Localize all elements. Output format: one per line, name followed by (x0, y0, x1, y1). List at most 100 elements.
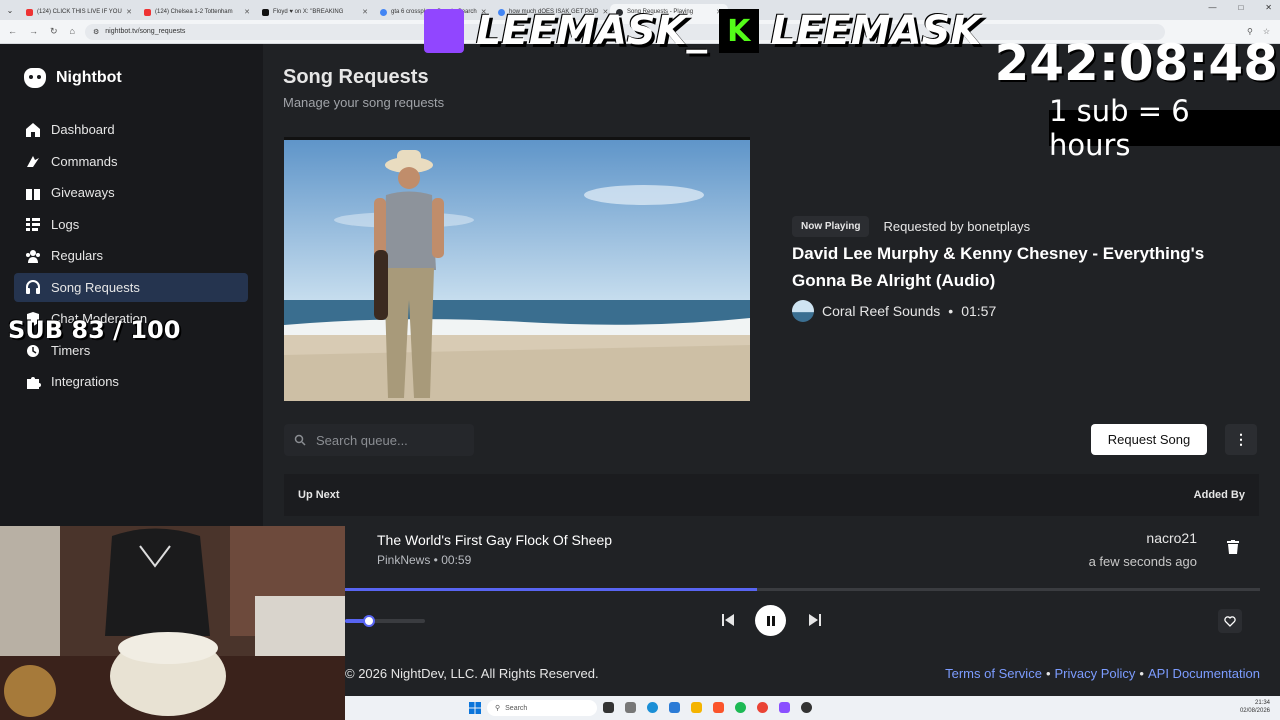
volume-knob[interactable] (363, 615, 375, 627)
now-playing-info: Now Playing Requested by bonetplays (792, 216, 1030, 237)
close-icon[interactable]: ✕ (362, 8, 368, 16)
site-info-icon[interactable]: ⚙ (93, 28, 99, 36)
sidebar-item-integrations[interactable]: Integrations (14, 367, 248, 396)
kick-username: LEEMASK (770, 8, 982, 54)
pause-button[interactable] (755, 605, 786, 636)
sidebar-item-label: Integrations (51, 374, 119, 389)
sub-goal-counter: SUB 83 / 100 (8, 316, 181, 344)
file-explorer-icon[interactable] (691, 702, 702, 713)
store-icon[interactable] (669, 702, 680, 713)
search-icon: ⚲ (495, 705, 501, 712)
channel-avatar (792, 300, 814, 322)
playback-progress-bar[interactable] (345, 588, 1260, 591)
sidebar-item-giveaways[interactable]: Giveaways (14, 178, 248, 207)
google-icon (380, 8, 387, 16)
forward-icon[interactable]: → (29, 26, 38, 37)
kick-icon: K (718, 9, 759, 53)
volume-slider[interactable] (345, 615, 425, 627)
video-player[interactable] (284, 137, 750, 401)
settings-icon[interactable] (625, 702, 636, 713)
maximize-icon[interactable]: □ (1238, 3, 1243, 12)
twitch-username: LEEMASK_ (476, 8, 707, 54)
sidebar-item-label: Logs (51, 216, 80, 232)
browser-tab[interactable]: Floyd ♥ on X: "BREAKING ✕ (256, 4, 374, 20)
taskbar-search[interactable]: ⚲ Search (487, 700, 597, 716)
youtube-icon (26, 8, 33, 16)
edge-icon[interactable] (647, 702, 658, 713)
windows-start-icon[interactable] (469, 702, 481, 714)
now-playing-badge: Now Playing (792, 216, 870, 237)
taskbar-clock[interactable]: 21:34 02/08/2026 (1240, 699, 1270, 715)
sidebar-item-regulars[interactable]: Regulars (14, 241, 248, 270)
sidebar-item-logs[interactable]: Logs (14, 210, 248, 239)
youtube-icon (144, 8, 151, 16)
brave-icon[interactable] (713, 702, 724, 713)
sidebar-item-dashboard[interactable]: Dashboard (14, 115, 248, 144)
now-playing-channel: Coral Reef Sounds • 01:57 (792, 300, 996, 322)
queue-header-added-by: Added By (1193, 489, 1245, 501)
home-browser-icon[interactable]: ⌂ (70, 26, 75, 37)
taskbar-apps (603, 702, 812, 713)
regulars-icon (26, 249, 40, 263)
nightbot-logo-icon (24, 68, 46, 88)
commands-icon (27, 156, 39, 167)
home-icon (26, 122, 40, 137)
url-text: nightbot.tv/song_requests (105, 28, 186, 35)
close-icon[interactable]: ✕ (126, 8, 132, 16)
terms-link[interactable]: Terms of Service (945, 666, 1042, 681)
tab-search-icon[interactable]: ⌄ (0, 6, 20, 15)
footer: © 2026 NightDev, LLC. All Rights Reserve… (345, 666, 1260, 681)
previous-icon[interactable] (720, 612, 736, 628)
favorite-button[interactable] (1218, 609, 1242, 633)
heart-icon (1224, 615, 1236, 627)
request-song-button[interactable]: Request Song (1091, 424, 1207, 455)
minimize-icon[interactable]: — (1208, 3, 1216, 12)
sidebar-item-commands[interactable]: Commands (14, 147, 248, 176)
os-taskbar: ⚲ Search 21:34 02/08/2026 (345, 696, 1280, 720)
streamer-names-overlay: LEEMASK_ K LEEMASK (424, 8, 981, 54)
chrome-icon[interactable] (757, 702, 768, 713)
reload-icon[interactable]: ↻ (50, 26, 58, 37)
clock-icon (27, 345, 39, 357)
close-icon[interactable]: ✕ (244, 8, 250, 16)
brand[interactable]: Nightbot (24, 68, 122, 88)
more-options-icon[interactable]: ⋮ (1225, 424, 1257, 455)
close-window-icon[interactable]: ✕ (1265, 3, 1272, 12)
now-playing-title: David Lee Murphy & Kenny Chesney - Every… (792, 244, 1205, 290)
browser-tab[interactable]: (124) CLICK THIS LIVE IF YOU ✕ (20, 4, 138, 20)
table-row[interactable] (284, 516, 1259, 586)
next-icon[interactable] (807, 612, 823, 628)
queue-header: Up Next Added By (284, 474, 1259, 516)
search-queue-input[interactable]: Search queue... (284, 424, 474, 456)
link-separator: • (1139, 666, 1144, 681)
queue-item-added-by: nacro21 (1146, 530, 1197, 546)
obs-icon[interactable] (801, 702, 812, 713)
brand-name: Nightbot (56, 69, 122, 86)
video-frame-image (284, 140, 750, 401)
sidebar-item-label: Timers (51, 342, 91, 358)
browser-tab[interactable]: (124) Chelsea 1-2 Tottenham ✕ (138, 4, 256, 20)
copyright-text: © 2026 NightDev, LLC. All Rights Reserve… (345, 666, 599, 681)
sidebar-item-song-requests[interactable]: Song Requests (14, 272, 248, 302)
privacy-link[interactable]: Privacy Policy (1055, 666, 1136, 681)
headphones-icon (26, 280, 40, 294)
queue-item-added-time: a few seconds ago (1088, 554, 1197, 569)
sidebar-item-label: Song Requests (51, 279, 140, 295)
sidebar-menu: Dashboard Commands Giveaways Logs Regula… (14, 115, 248, 399)
webcam-image (0, 526, 345, 720)
api-docs-link[interactable]: API Documentation (1148, 666, 1260, 681)
logs-icon (26, 218, 40, 231)
progress-fill (345, 588, 757, 591)
song-duration: 01:57 (961, 303, 997, 319)
task-view-icon[interactable] (603, 702, 614, 713)
link-separator: • (1045, 666, 1051, 681)
trash-icon[interactable] (1227, 540, 1239, 554)
spotify-icon[interactable] (735, 702, 746, 713)
clock-time: 21:34 (1254, 700, 1270, 706)
back-icon[interactable]: ← (8, 26, 17, 37)
taskbar-search-label: Search (505, 704, 528, 712)
x-icon (262, 8, 269, 16)
pause-icon (766, 615, 775, 626)
page-subtitle: Manage your song requests (283, 95, 445, 110)
app-icon[interactable] (779, 702, 790, 713)
